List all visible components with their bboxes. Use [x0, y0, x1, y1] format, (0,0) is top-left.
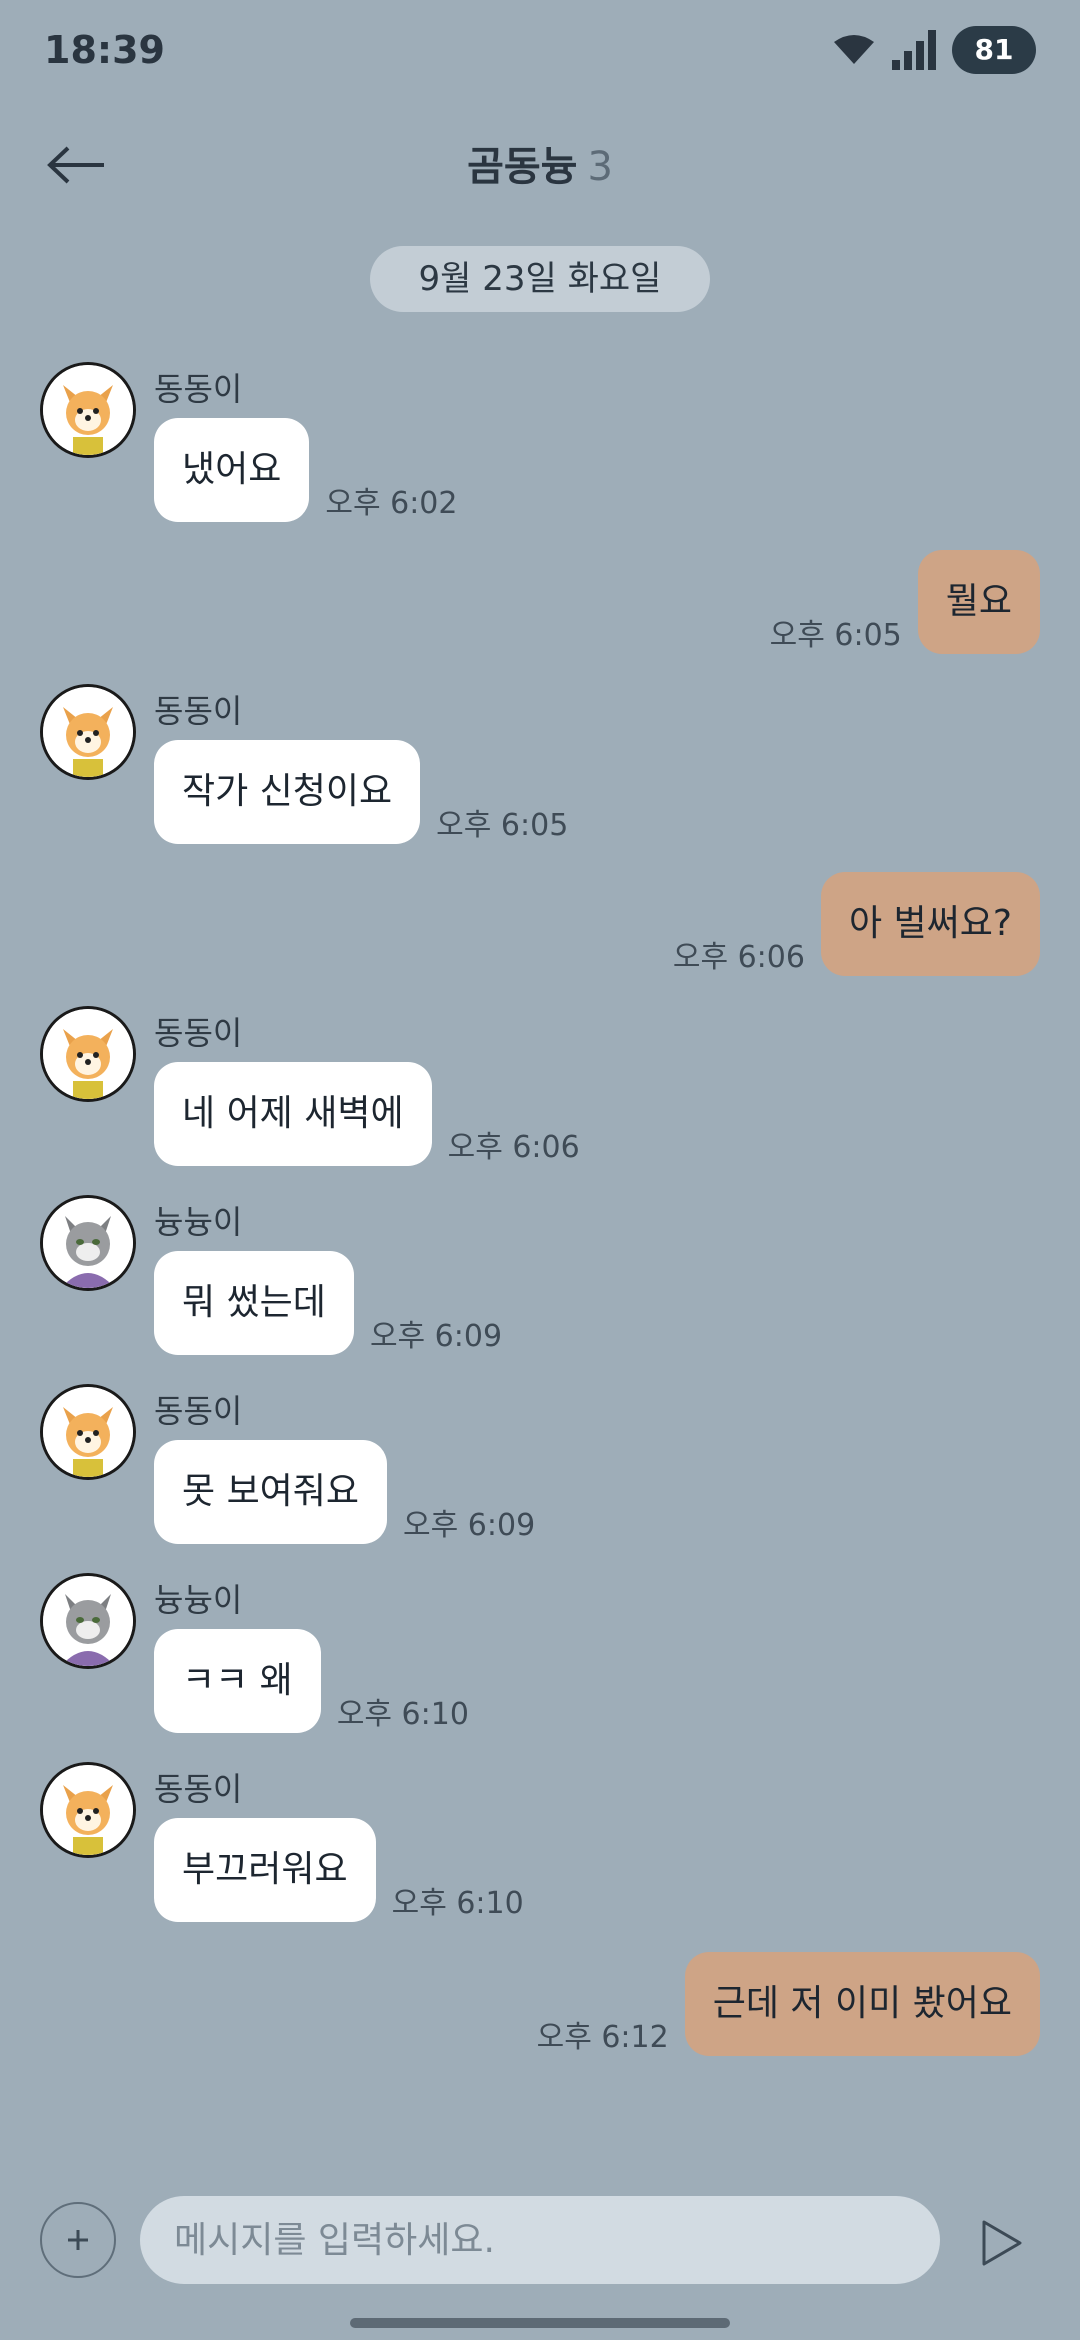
dog-avatar[interactable]: [40, 1006, 136, 1102]
message-bubble[interactable]: 뭐 썼는데: [154, 1251, 354, 1355]
message-time: 오후 6:09: [369, 1319, 503, 1354]
sender-name: 동동이: [154, 1392, 243, 1430]
message-bubble[interactable]: 못 보여줘요: [154, 1440, 388, 1544]
sender-name: 동동이: [154, 1014, 243, 1052]
dog-avatar[interactable]: [40, 362, 136, 458]
date-separator: 9월 23일 화요일: [370, 246, 710, 312]
sender-name: 동동이: [154, 370, 243, 408]
message-bubble[interactable]: ㅋㅋ 왜: [154, 1629, 321, 1733]
message-time: 오후 6:05: [769, 618, 902, 653]
sender-name: 동동이: [154, 692, 243, 730]
message-time: 오후 6:09: [403, 1508, 536, 1543]
message-time: 오후 6:06: [672, 940, 805, 975]
wifi-icon: [834, 35, 874, 64]
message-time: 오후 6:12: [536, 2020, 669, 2055]
dog-avatar[interactable]: [40, 1384, 136, 1480]
dog-avatar[interactable]: [40, 684, 136, 780]
send-icon[interactable]: [980, 2218, 1024, 2268]
attach-button[interactable]: [40, 2202, 116, 2278]
message-bubble[interactable]: 아 벌써요?: [820, 872, 1040, 976]
dog-avatar[interactable]: [40, 1762, 136, 1858]
message-time: 오후 6:10: [336, 1697, 469, 1732]
chat-name: 곰동늉: [467, 144, 578, 190]
message-time: 오후 6:06: [447, 1130, 580, 1165]
message-bubble[interactable]: 냈어요: [154, 418, 310, 522]
battery-indicator: 81: [952, 26, 1036, 74]
message-time: 오후 6:05: [436, 808, 569, 843]
clock: 18:39: [44, 28, 165, 72]
message-bubble[interactable]: 네 어제 새벽에: [154, 1062, 432, 1166]
status-bar: 18:39 81: [0, 0, 1080, 100]
message-bubble[interactable]: 작가 신청이요: [154, 740, 421, 844]
signal-icon: [892, 30, 936, 70]
message-bubble[interactable]: 근데 저 이미 봤어요: [684, 1952, 1040, 2056]
plus-icon: [68, 2230, 88, 2250]
chat-title: 곰동늉 3: [0, 134, 1080, 192]
message-input[interactable]: [140, 2196, 940, 2284]
sender-name: 동동이: [154, 1770, 243, 1808]
message-bubble[interactable]: 부끄러워요: [154, 1818, 376, 1922]
message-time: 오후 6:10: [391, 1886, 524, 1921]
cat-avatar[interactable]: [40, 1573, 136, 1669]
message-time: 오후 6:02: [325, 486, 458, 521]
message-bubble[interactable]: 뭘요: [917, 550, 1040, 654]
member-count: 3: [587, 144, 613, 190]
chat-header: 곰동늉 3: [0, 110, 1080, 220]
cat-avatar[interactable]: [40, 1195, 136, 1291]
home-indicator: [350, 2318, 730, 2328]
sender-name: 늉늉이: [154, 1581, 243, 1619]
sender-name: 늉늉이: [154, 1203, 243, 1241]
